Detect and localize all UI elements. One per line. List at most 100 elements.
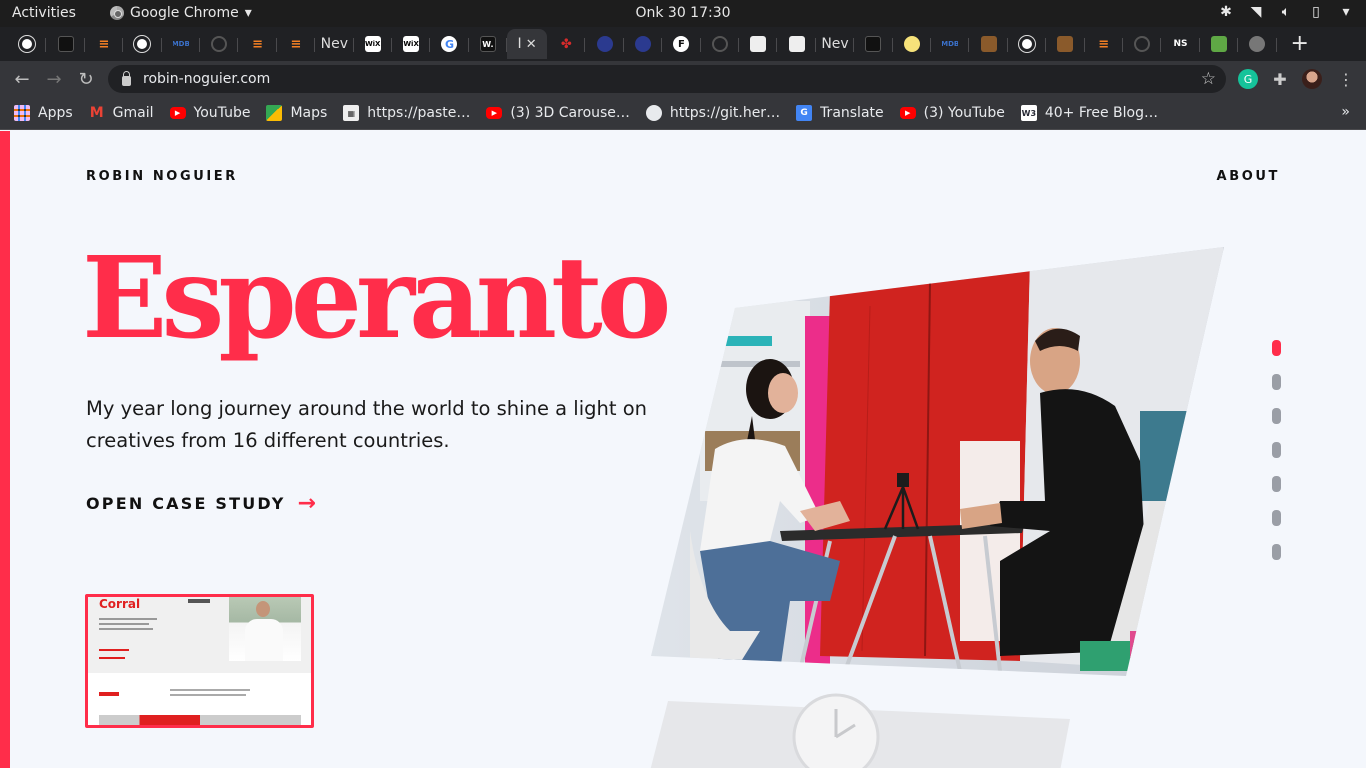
browser-tab[interactable] <box>701 29 740 59</box>
webflow-icon: W. <box>479 36 496 52</box>
bookmark-item[interactable]: ▶ (3) YouTube <box>899 105 1005 121</box>
browser-tab[interactable] <box>585 29 625 59</box>
lock-icon[interactable] <box>122 70 131 86</box>
bookmark-item[interactable]: https://git.her… <box>645 105 781 121</box>
wifi-icon[interactable]: ◥ <box>1248 4 1264 20</box>
browser-tab[interactable]: WiX <box>354 29 393 59</box>
activities-button[interactable]: Activities <box>12 5 76 21</box>
profile-avatar[interactable] <box>1302 69 1322 89</box>
new-tab-button[interactable]: + <box>1291 33 1309 55</box>
bookmark-item[interactable]: ▦ https://paste… <box>343 105 470 121</box>
bookmark-item[interactable]: W3 40+ Free Blog… <box>1020 105 1158 121</box>
slide-dot[interactable] <box>1272 340 1281 356</box>
browser-tab[interactable]: MDB <box>931 29 970 59</box>
browser-tab[interactable]: Nev <box>816 29 855 59</box>
shield-icon <box>1134 36 1151 52</box>
slide-dot[interactable] <box>1272 408 1281 424</box>
browser-tab[interactable] <box>1238 29 1277 59</box>
slack-icon[interactable]: ✱ <box>1218 4 1234 20</box>
browser-tab[interactable]: ≡ <box>277 29 316 59</box>
bookmark-item[interactable]: Apps <box>14 105 73 121</box>
browser-tab[interactable] <box>1008 29 1047 59</box>
browser-tab[interactable] <box>777 29 817 59</box>
bookmark-item[interactable]: G Translate <box>796 105 884 121</box>
translate-icon: G <box>796 105 813 121</box>
wg-icon <box>1210 36 1227 52</box>
browser-tab[interactable] <box>200 29 239 59</box>
browser-tab[interactable] <box>739 29 778 59</box>
app-menu[interactable]: Google Chrome ▾ <box>110 5 252 21</box>
browser-tab[interactable]: NS <box>1161 29 1201 59</box>
browser-tab[interactable]: ≡ <box>238 29 278 59</box>
browser-tab[interactable]: WiX <box>392 29 431 59</box>
slide-dot[interactable] <box>1272 374 1281 390</box>
chevron-down-icon[interactable]: ▾ <box>1338 4 1354 20</box>
slide-indicator <box>1272 340 1281 560</box>
extensions-icon[interactable]: ✚ <box>1270 69 1290 89</box>
bookmark-item[interactable]: ▶ (3) 3D Carouse… <box>486 105 630 121</box>
slide-dot[interactable] <box>1272 442 1281 458</box>
circle-icon <box>211 36 228 52</box>
browser-tab[interactable] <box>854 29 893 59</box>
browser-toolbar: ← → ↻ robin-noguier.com ☆ G ✚ ⋮ <box>0 61 1366 97</box>
browser-tab[interactable] <box>1200 29 1239 59</box>
browser-tab[interactable]: MDB <box>162 29 201 59</box>
browser-tab[interactable] <box>1123 29 1162 59</box>
url-text[interactable]: robin-noguier.com <box>143 71 270 87</box>
grammarly-icon[interactable]: G <box>1238 69 1258 89</box>
browser-tab[interactable]: Nev <box>315 29 354 59</box>
ns-icon: NS <box>1173 39 1188 49</box>
browser-tab[interactable] <box>8 29 47 59</box>
browser-tab[interactable]: ≡ <box>85 29 124 59</box>
navy-dot-icon <box>596 36 613 52</box>
bookmark-label: Gmail <box>112 105 154 121</box>
bookmarks-overflow-button[interactable]: » <box>1341 104 1350 120</box>
hero-photo[interactable] <box>0 131 1366 768</box>
slide-dot[interactable] <box>1272 476 1281 492</box>
browser-tab[interactable]: ≡ <box>1085 29 1124 59</box>
bookmark-item[interactable]: ▶ YouTube <box>169 105 251 121</box>
apps-icon <box>14 105 30 121</box>
slide-dot[interactable] <box>1272 544 1281 560</box>
close-tab-icon[interactable]: ✕ <box>526 37 537 52</box>
address-bar[interactable]: robin-noguier.com ☆ <box>108 65 1226 93</box>
system-top-bar: Activities Google Chrome ▾ Onk 30 17:30 … <box>0 0 1366 27</box>
slide-dot[interactable] <box>1272 510 1281 526</box>
system-tray[interactable]: ✱ ◥ 🔈︎ ▯ ▾ <box>1218 4 1354 20</box>
globe-icon <box>19 36 36 52</box>
browser-tab[interactable] <box>893 29 932 59</box>
tab-strip: ≡ MDB ≡ ≡ Nev WiX WiX G W. I ✕ ✤ F Nev MDB ≡ NS + <box>0 27 1366 61</box>
browser-tab[interactable]: F <box>662 29 702 59</box>
puzzle-tab-icon <box>788 36 805 52</box>
gmail-icon: M <box>89 105 104 121</box>
stackoverflow-icon: ≡ <box>252 36 263 52</box>
globe-icon <box>1018 36 1035 52</box>
gray-globe-icon <box>1249 36 1266 52</box>
youtube-icon: ▶ <box>899 107 916 119</box>
bookmark-item[interactable]: Maps <box>266 105 327 121</box>
bookmark-label: YouTube <box>193 105 251 121</box>
wix-icon: WiX <box>364 36 381 52</box>
browser-tab[interactable] <box>969 29 1009 59</box>
star-icon[interactable]: ☆ <box>1201 69 1216 89</box>
browser-tab[interactable]: W. <box>469 29 508 59</box>
forward-button[interactable]: → <box>38 63 70 95</box>
browser-tab[interactable] <box>46 29 86 59</box>
bookmark-label: https://git.her… <box>669 105 781 121</box>
volume-icon[interactable]: 🔈︎ <box>1278 4 1294 20</box>
browser-tab[interactable] <box>1046 29 1085 59</box>
browser-tab[interactable]: ✤ <box>547 29 586 59</box>
battery-icon[interactable]: ▯ <box>1308 4 1324 20</box>
kebab-menu-icon[interactable]: ⋮ <box>1336 69 1356 89</box>
tab-active[interactable]: I ✕ <box>507 29 548 59</box>
bookmark-label: (3) YouTube <box>923 105 1005 121</box>
reload-button[interactable]: ↻ <box>70 63 102 95</box>
f-icon: F <box>673 36 690 52</box>
browser-tab[interactable] <box>624 29 663 59</box>
bookmark-item[interactable]: M Gmail <box>89 105 154 121</box>
browser-tab[interactable]: G <box>430 29 470 59</box>
back-button[interactable]: ← <box>6 63 38 95</box>
browser-tab[interactable] <box>123 29 162 59</box>
arrow-right-icon: → <box>46 68 62 90</box>
bookmark-label: Translate <box>820 105 884 121</box>
